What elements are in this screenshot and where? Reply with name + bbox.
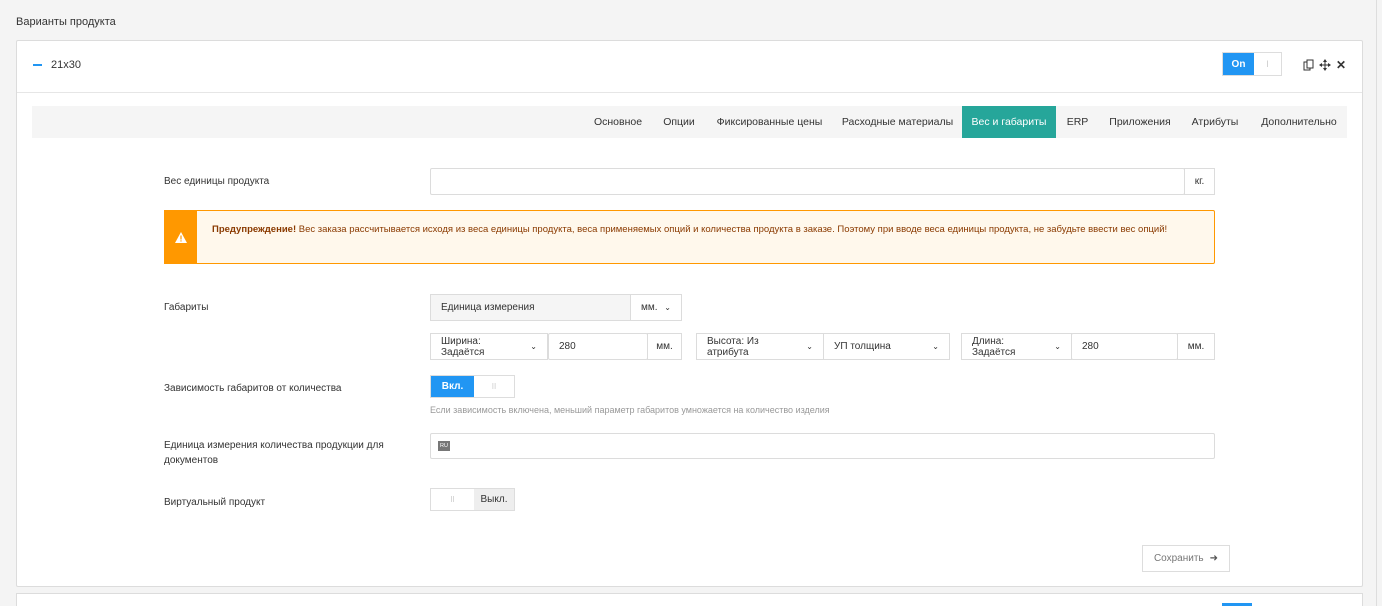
height-mode-select[interactable]: Высота: Из атрибута ⌄ (696, 333, 824, 360)
tab-additional[interactable]: Дополнительно (1252, 106, 1346, 138)
arrow-right-icon: ➜ (1209, 553, 1219, 564)
tab-erp[interactable]: ERP (1059, 106, 1096, 138)
height-attribute-select[interactable]: УП толщина ⌄ (823, 333, 950, 360)
width-unit: мм. (647, 333, 682, 360)
chevron-down-icon: ⌄ (932, 342, 939, 351)
chevron-down-icon: ⌄ (530, 342, 537, 351)
save-button-label: Сохранить (1153, 553, 1204, 564)
section-title: Варианты продукта (16, 16, 116, 28)
weight-label: Вес единицы продукта (164, 176, 270, 187)
weight-unit: кг. (1184, 168, 1215, 195)
toggle-on-label: On (1223, 53, 1254, 75)
warning-title: Предупреждение! (212, 224, 297, 235)
dimension-unit-label-text: Единица измерения (441, 302, 535, 313)
dependency-label: Зависимость габаритов от количества (164, 383, 342, 394)
tab-consumables[interactable]: Расходные материалы (835, 106, 960, 138)
virtual-toggle-knob: II (450, 495, 455, 504)
dimensions-label: Габариты (164, 302, 209, 313)
width-input[interactable]: 280 (548, 333, 648, 360)
card-header-divider (17, 92, 1362, 93)
dependency-toggle-on: Вкл. (431, 376, 474, 397)
tab-basic[interactable]: Основное (585, 106, 651, 138)
warning-body: Вес заказа рассчитывается исходя из веса… (296, 224, 1168, 235)
warning-alert (164, 210, 1215, 264)
height-attribute-value: УП толщина (834, 341, 891, 352)
tab-applications[interactable]: Приложения (1101, 106, 1179, 138)
height-mode-value: Высота: Из атрибута (707, 335, 759, 358)
dimension-unit-select[interactable]: мм. ⌄ (630, 294, 682, 321)
dependency-hint: Если зависимость включена, меньший парам… (430, 405, 830, 415)
lang-badge: RU (438, 441, 450, 451)
tab-options[interactable]: Опции (655, 106, 703, 138)
save-button[interactable]: Сохранить ➜ (1142, 545, 1230, 572)
virtual-toggle[interactable]: II Выкл. (430, 488, 515, 511)
length-unit: мм. (1177, 333, 1215, 360)
variant-name: 21x30 (51, 59, 81, 71)
move-icon[interactable] (1318, 58, 1332, 72)
tab-weight-dimensions[interactable]: Вес и габариты (962, 106, 1056, 138)
dependency-toggle[interactable]: Вкл. II (430, 375, 515, 398)
virtual-toggle-off: Выкл. (474, 489, 514, 510)
tab-fixed-prices[interactable]: Фиксированные цены (708, 106, 831, 138)
collapse-icon[interactable] (33, 64, 42, 66)
weight-input[interactable] (430, 168, 1185, 195)
copy-icon[interactable] (1302, 58, 1316, 72)
variant-enabled-toggle[interactable]: On I (1222, 52, 1282, 76)
dimension-unit-value: мм. (641, 302, 658, 313)
chevron-down-icon: ⌄ (806, 342, 813, 351)
doc-unit-label: Единица измерения количества продукции д… (164, 440, 384, 466)
dependency-toggle-knob: II (491, 382, 497, 391)
width-mode-select[interactable]: Ширина: Задаётся ⌄ (430, 333, 548, 360)
length-mode-select[interactable]: Длина: Задаётся ⌄ (961, 333, 1072, 360)
warning-icon (164, 210, 197, 264)
dimension-unit-label: Единица измерения (430, 294, 631, 321)
close-icon[interactable]: ✕ (1334, 58, 1348, 72)
toggle-knob: I (1266, 59, 1269, 69)
tab-attributes[interactable]: Атрибуты (1183, 106, 1247, 138)
next-variant-card (16, 593, 1363, 606)
virtual-label: Виртуальный продукт (164, 497, 266, 508)
length-mode-value: Длина: Задаётся (972, 335, 1016, 358)
length-input[interactable]: 280 (1071, 333, 1178, 360)
chevron-down-icon: ⌄ (1054, 342, 1061, 351)
chevron-down-icon: ⌄ (664, 303, 671, 312)
doc-unit-input[interactable] (430, 433, 1215, 459)
warning-text: Предупреждение! Вес заказа рассчитываетс… (212, 222, 1202, 237)
width-mode-value: Ширина: Задаётся (441, 335, 485, 358)
scrollbar[interactable] (1376, 0, 1382, 606)
